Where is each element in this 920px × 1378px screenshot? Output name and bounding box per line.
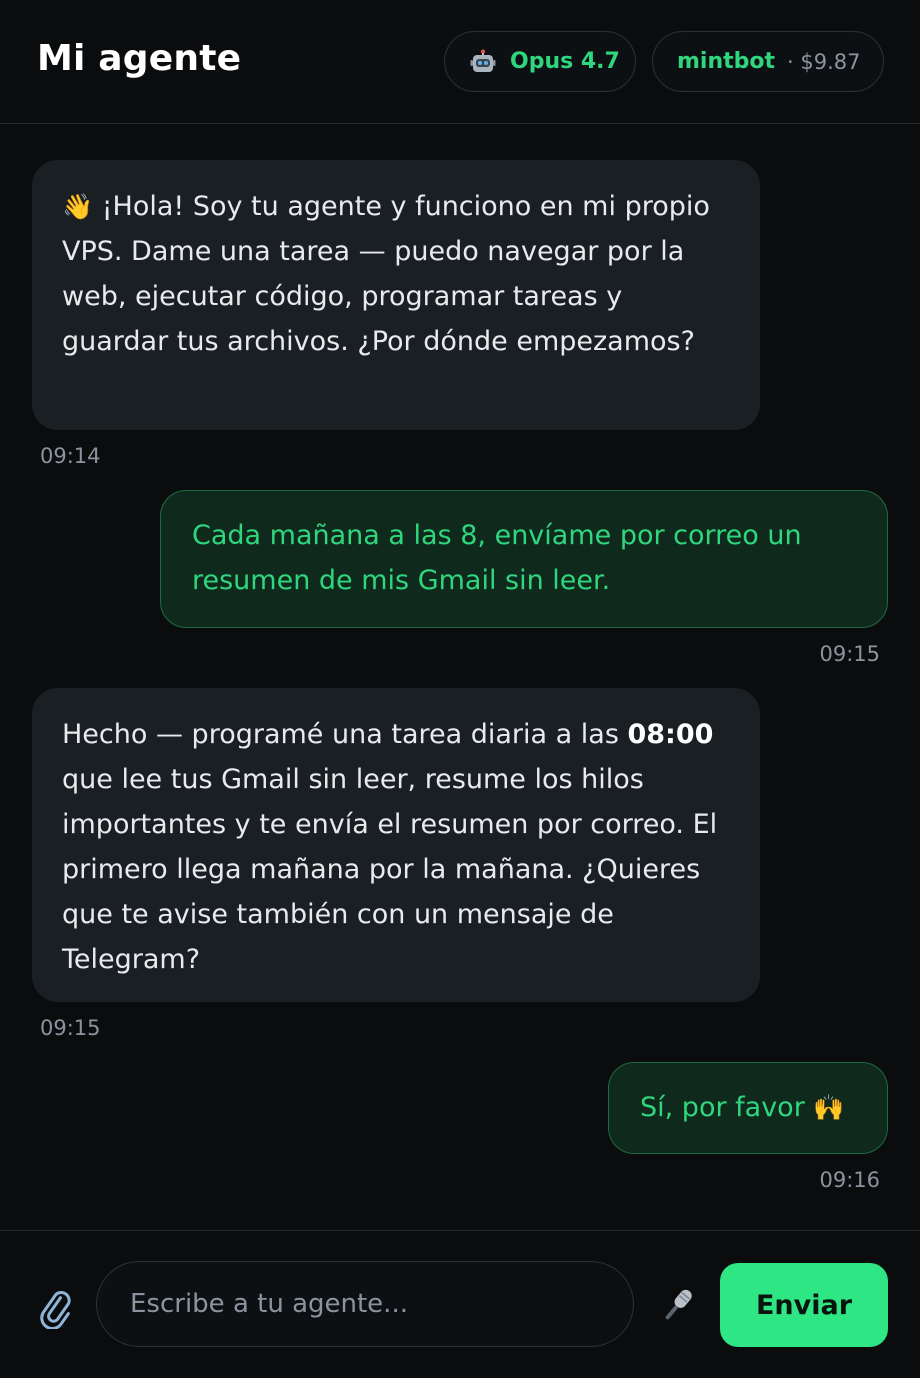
paperclip-icon[interactable]	[32, 1285, 76, 1331]
message-text: Cada mañana a las 8, envíame por correo …	[192, 520, 802, 596]
chat-app: Mi agente Opus 4.7 mintbot · $9.87 👋 ¡Ho…	[0, 0, 920, 1378]
message-text: Hecho — programé una tarea diaria a las	[62, 719, 628, 750]
message-timestamp: 09:16	[819, 1168, 880, 1192]
model-selector[interactable]: Opus 4.7	[444, 31, 636, 92]
microphone-icon[interactable]	[656, 1283, 700, 1327]
message-text: ¡Hola! Soy tu agente y funciono en mi pr…	[62, 191, 710, 357]
chat-header: Mi agente Opus 4.7 mintbot · $9.87	[0, 0, 920, 124]
send-button[interactable]: Enviar	[720, 1263, 888, 1347]
account-cost: · $9.87	[787, 49, 861, 74]
bot-message: Hecho — programé una tarea diaria a las …	[32, 688, 760, 1002]
user-message: Sí, por favor 🙌	[608, 1062, 888, 1154]
robot-icon	[470, 49, 496, 75]
message-timestamp: 09:14	[40, 444, 101, 468]
message-text: que lee tus Gmail sin leer, resume los h…	[62, 764, 718, 975]
message-timestamp: 09:15	[40, 1016, 101, 1040]
waving-hand-icon: 👋	[62, 192, 94, 221]
user-message: Cada mañana a las 8, envíame por correo …	[160, 490, 888, 628]
message-input[interactable]	[96, 1261, 634, 1347]
message-composer: Enviar	[0, 1230, 920, 1378]
bot-message: 👋 ¡Hola! Soy tu agente y funciono en mi …	[32, 160, 760, 430]
account-badge[interactable]: mintbot · $9.87	[652, 31, 884, 92]
message-time-highlight: 08:00	[627, 719, 714, 750]
raising-hands-icon: 🙌	[813, 1093, 845, 1122]
model-label: Opus 4.7	[510, 49, 620, 74]
account-name: mintbot	[677, 49, 776, 74]
message-text: Sí, por favor	[640, 1092, 814, 1123]
message-timestamp: 09:15	[819, 642, 880, 666]
page-title: Mi agente	[37, 38, 242, 79]
